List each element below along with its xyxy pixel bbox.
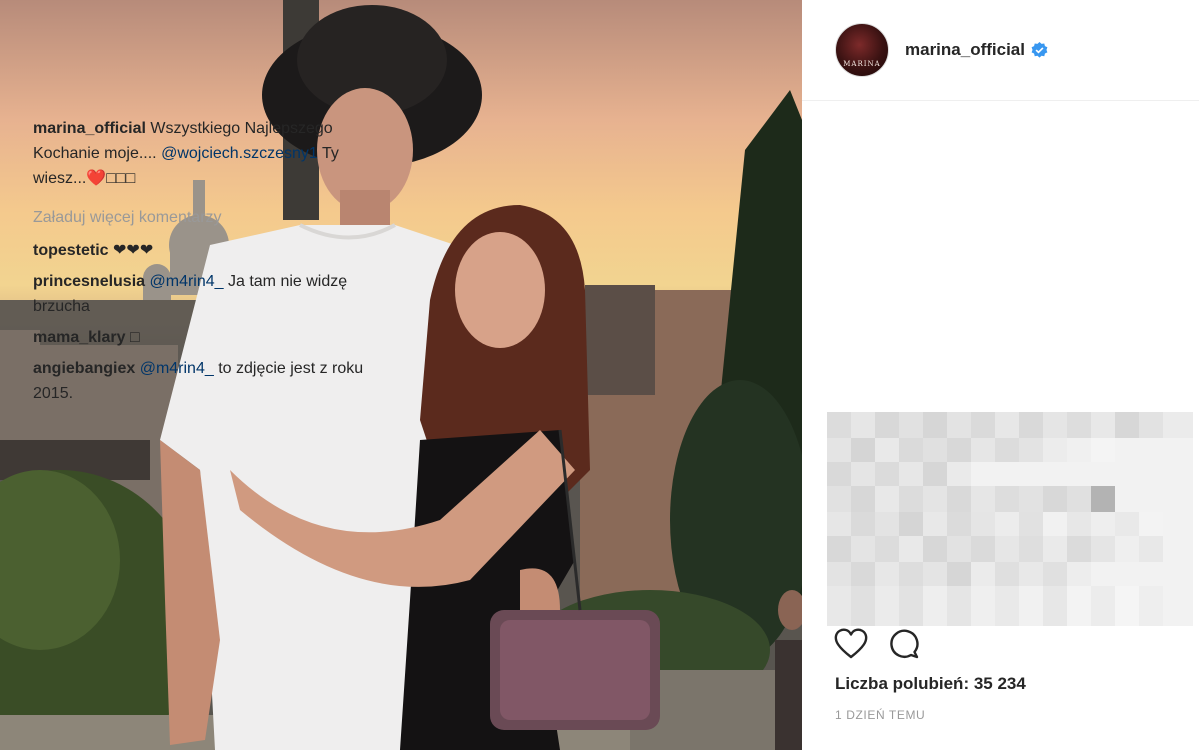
comment-item: topestetic ❤❤❤	[33, 238, 393, 263]
caption: marina_official Wszystkiego Najlepszego …	[33, 116, 393, 191]
avatar-text: MARINA	[843, 60, 881, 68]
comment-bubble-icon[interactable]	[888, 628, 920, 660]
comment-username[interactable]: princesnelusia	[33, 273, 145, 290]
avatar[interactable]: MARINA	[835, 23, 889, 77]
load-more-comments-link[interactable]: Załaduj więcej komentarzy	[33, 205, 393, 230]
comment-username[interactable]: angiebangiex	[33, 360, 135, 377]
comment-item: angiebangiex @m4rin4_ to zdjęcie jest z …	[33, 356, 393, 406]
post-timestamp[interactable]: 1 DZIEŃ TEMU	[835, 708, 925, 722]
post-actions	[834, 628, 920, 660]
post-header: MARINA marina_official	[802, 0, 1199, 101]
like-heart-icon[interactable]	[834, 628, 868, 660]
comment-item: mama_klary □	[33, 325, 393, 350]
author-username[interactable]: marina_official	[905, 40, 1025, 60]
pixelated-comments-block	[827, 412, 1193, 626]
comment-item: princesnelusia @m4rin4_ Ja tam nie widzę…	[33, 269, 393, 319]
comment-text: □	[125, 329, 140, 346]
comment-mention[interactable]: @m4rin4_	[135, 360, 214, 377]
comment-text: ❤❤❤	[108, 242, 154, 259]
verified-badge-icon	[1031, 41, 1048, 58]
comment-mention[interactable]: @m4rin4_	[145, 273, 223, 290]
comment-username[interactable]: mama_klary	[33, 329, 126, 346]
caption-username[interactable]: marina_official	[33, 120, 146, 137]
likes-count[interactable]: Liczba polubień: 35 234	[835, 674, 1026, 694]
comment-username[interactable]: topestetic	[33, 242, 109, 259]
caption-mention[interactable]: @wojciech.szczesny1	[161, 145, 318, 162]
comments-list: marina_official Wszystkiego Najlepszego …	[33, 116, 393, 412]
